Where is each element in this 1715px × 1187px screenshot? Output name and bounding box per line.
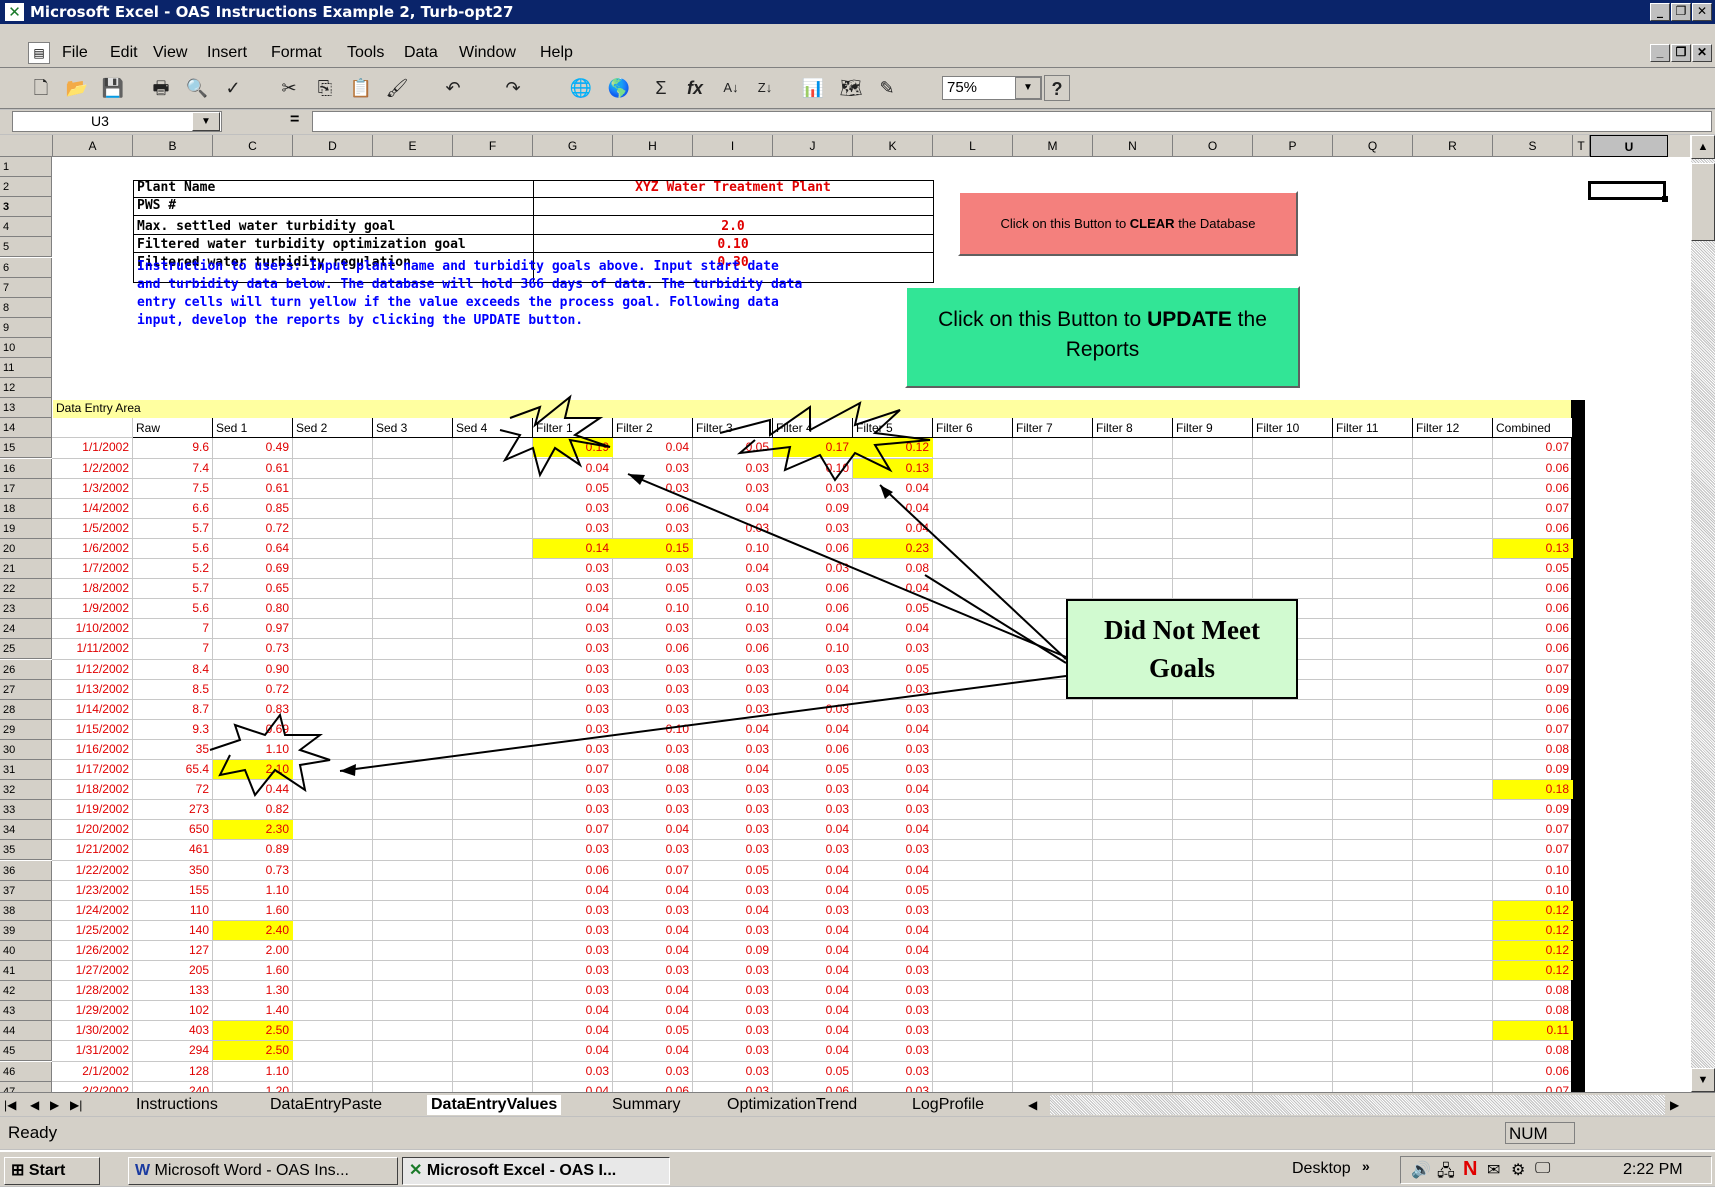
menu-edit[interactable]: Edit: [110, 38, 138, 68]
last-sheet-icon[interactable]: ▶|: [70, 1095, 82, 1115]
tray-app-icon[interactable]: ⚙: [1511, 1160, 1525, 1180]
menu-data[interactable]: Data: [404, 38, 438, 68]
undo-icon[interactable]: ↶: [440, 75, 466, 101]
excel-app-icon: ✕: [5, 3, 24, 21]
worksheet[interactable]: ABCDEFGHIJKLMNOPQRSTU 1 2 3 4 5 6 7 8 9 10 11 12 13 1…: [0, 135, 1715, 1092]
menu-file[interactable]: File: [62, 38, 88, 68]
menu-window[interactable]: Window: [459, 38, 516, 68]
vertical-scrollbar[interactable]: [1691, 135, 1715, 1092]
callout-line-1: Did Not Meet: [1104, 615, 1260, 645]
status-bar: Ready NUM: [0, 1117, 1715, 1149]
starburst-sed1: [209, 712, 331, 797]
system-tray: 🔊 🖧 N ✉ ⚙ 🖵 2:22 PM: [1400, 1156, 1712, 1184]
print-icon[interactable]: 🖶: [148, 75, 174, 101]
menu-help[interactable]: Help: [540, 38, 573, 68]
tab-logprofile[interactable]: LogProfile: [912, 1095, 984, 1115]
tab-dataentrypaste[interactable]: DataEntryPaste: [270, 1095, 382, 1115]
window-title: Microsoft Excel - OAS Instructions Examp…: [30, 3, 514, 21]
save-icon[interactable]: 💾: [100, 75, 126, 101]
status-ready: Ready: [8, 1123, 58, 1142]
windows-taskbar: ⊞ Start W Microsoft Word - OAS Ins... ✕ …: [0, 1150, 1715, 1186]
norton-icon[interactable]: N: [1463, 1158, 1477, 1181]
zoom-dropdown-arrow-icon[interactable]: ▼: [1015, 77, 1041, 99]
formula-input[interactable]: [312, 111, 1712, 132]
taskbar-word-label: Microsoft Word - OAS Ins...: [154, 1162, 349, 1179]
drawing-icon[interactable]: ✎: [874, 75, 900, 101]
tab-instructions[interactable]: Instructions: [136, 1095, 218, 1115]
word-icon: W: [135, 1162, 155, 1179]
formula-bar: U3 ▼ =: [0, 110, 1715, 134]
horizontal-scrollbar[interactable]: [1050, 1095, 1665, 1115]
volume-icon[interactable]: 🔊: [1411, 1160, 1431, 1180]
toolbar-expand-icon[interactable]: »: [1362, 1158, 1370, 1174]
menu-tools[interactable]: Tools: [347, 38, 384, 68]
minimize-button[interactable]: _: [1650, 3, 1670, 21]
name-box[interactable]: U3: [12, 111, 222, 132]
chart-wizard-icon[interactable]: 📊: [800, 75, 826, 101]
starburst-filter1: [499, 394, 611, 478]
redo-icon[interactable]: ↷: [500, 75, 526, 101]
doc-restore-button[interactable]: ❐: [1671, 44, 1691, 62]
copy-icon[interactable]: ⎘: [312, 75, 338, 101]
monitor-icon[interactable]: 🖵: [1535, 1160, 1550, 1178]
tab-optimizationtrend[interactable]: OptimizationTrend: [727, 1095, 857, 1115]
clock: 2:22 PM: [1623, 1161, 1683, 1178]
scroll-up-icon[interactable]: ▲: [1691, 135, 1715, 159]
menu-format[interactable]: Format: [271, 38, 322, 68]
hscroll-left-icon[interactable]: ◀: [1028, 1095, 1037, 1115]
sort-descending-icon[interactable]: Z↓: [752, 75, 778, 101]
scroll-down-icon[interactable]: ▼: [1691, 1068, 1715, 1092]
tab-dataentryvalues[interactable]: DataEntryValues: [427, 1095, 562, 1115]
excel-icon: ✕: [409, 1162, 427, 1179]
doc-close-button[interactable]: ✕: [1692, 44, 1712, 62]
callout-line-2: Goals: [1148, 653, 1215, 683]
start-label: Start: [28, 1162, 66, 1179]
spelling-icon[interactable]: ✓: [220, 75, 246, 101]
start-button[interactable]: ⊞ Start: [4, 1157, 100, 1185]
taskbar-excel-button[interactable]: ✕ Microsoft Excel - OAS I...: [402, 1157, 670, 1185]
tab-summary[interactable]: Summary: [612, 1095, 680, 1115]
desktop-toolbar[interactable]: Desktop: [1292, 1160, 1351, 1178]
starburst-filter4-5: [719, 401, 931, 482]
help-icon[interactable]: ?: [1044, 75, 1070, 101]
print-preview-icon[interactable]: 🔍: [184, 75, 210, 101]
taskbar-word-button[interactable]: W Microsoft Word - OAS Ins...: [128, 1157, 398, 1185]
sort-ascending-icon[interactable]: A↓: [718, 75, 744, 101]
menu-insert[interactable]: Insert: [207, 38, 247, 68]
formula-equals[interactable]: =: [290, 111, 299, 129]
windows-logo-icon: ⊞: [11, 1162, 29, 1179]
new-icon[interactable]: 🗋: [28, 75, 54, 101]
network-icon[interactable]: 🖧: [1437, 1160, 1455, 1187]
taskbar-excel-label: Microsoft Excel - OAS I...: [426, 1162, 617, 1179]
annotation-arrows: [209, 394, 1067, 797]
did-not-meet-goals-callout: Did Not Meet Goals: [1066, 599, 1298, 699]
doc-minimize-button[interactable]: _: [1650, 44, 1670, 62]
menu-bar: ▤ File Edit View Insert Format Tools Dat…: [0, 38, 1715, 68]
name-box-dropdown-icon[interactable]: ▼: [192, 112, 220, 131]
document-icon[interactable]: ▤: [28, 42, 50, 64]
vertical-scroll-thumb[interactable]: [1691, 163, 1715, 241]
web-toolbar-icon[interactable]: 🌎: [606, 75, 632, 101]
first-sheet-icon[interactable]: |◀: [4, 1095, 16, 1115]
status-num: NUM: [1505, 1122, 1575, 1144]
map-icon[interactable]: 🗺: [838, 75, 864, 101]
close-button[interactable]: ✕: [1692, 3, 1712, 21]
function-icon[interactable]: fx: [682, 75, 708, 101]
sheet-tab-bar: |◀ ◀ ▶ ▶| Instructions DataEntryPaste Da…: [0, 1092, 1715, 1116]
hyperlink-icon[interactable]: 🌐: [568, 75, 594, 101]
paste-icon[interactable]: 📋: [348, 75, 374, 101]
format-painter-icon[interactable]: 🖌: [384, 75, 410, 101]
mail-icon[interactable]: ✉: [1487, 1160, 1500, 1180]
menu-view[interactable]: View: [153, 38, 187, 68]
open-icon[interactable]: 📂: [64, 75, 90, 101]
next-sheet-icon[interactable]: ▶: [50, 1095, 59, 1115]
prev-sheet-icon[interactable]: ◀: [30, 1095, 39, 1115]
autosum-icon[interactable]: Σ: [648, 75, 674, 101]
window-title-bar: ✕ Microsoft Excel - OAS Instructions Exa…: [0, 0, 1715, 24]
cut-icon[interactable]: ✂: [276, 75, 302, 101]
standard-toolbar: 🗋 📂 💾 🖶 🔍 ✓ ✂ ⎘ 📋 🖌 ↶ ↷ 🌐 🌎 Σ fx A↓ Z↓ 📊…: [0, 68, 1715, 109]
hscroll-right-icon[interactable]: ▶: [1670, 1095, 1679, 1115]
restore-button[interactable]: ❐: [1671, 3, 1691, 21]
